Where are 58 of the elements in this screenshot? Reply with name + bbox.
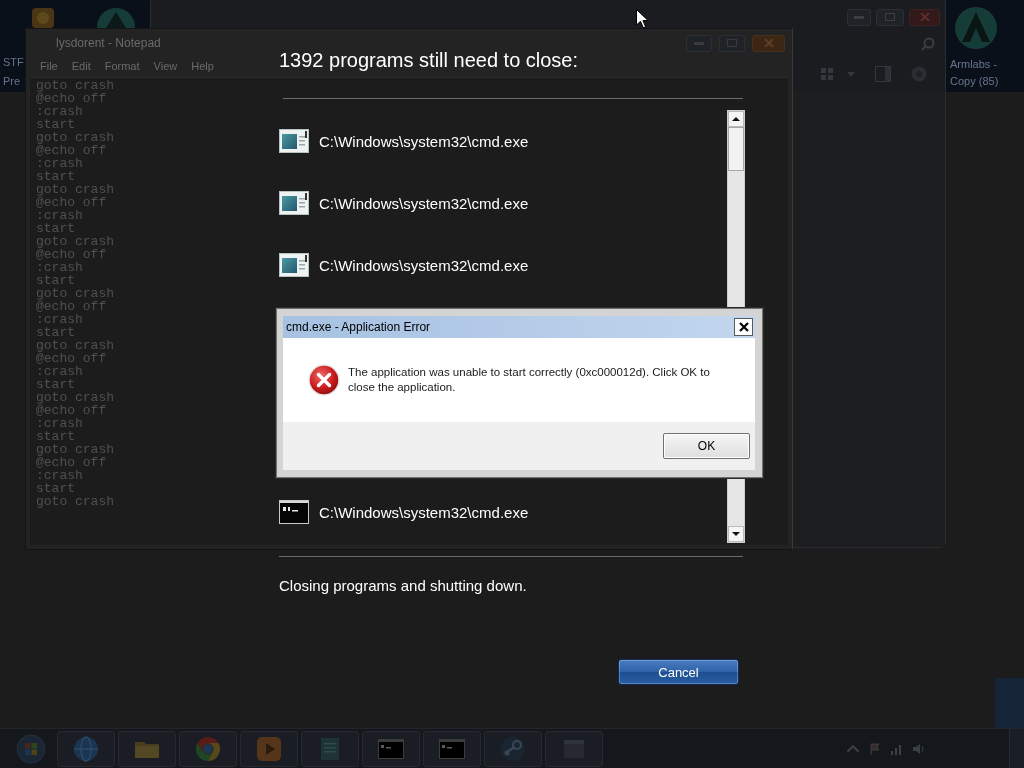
globe-icon bbox=[71, 733, 101, 764]
menu-item[interactable]: File bbox=[40, 60, 58, 72]
cancel-button[interactable]: Cancel bbox=[618, 659, 739, 685]
taskbar-button[interactable] bbox=[484, 730, 542, 767]
error-icon bbox=[308, 364, 340, 396]
window-title: lysdorent - Notepad bbox=[56, 36, 161, 50]
taskbar-button[interactable] bbox=[57, 730, 115, 767]
flag-icon[interactable] bbox=[868, 741, 882, 756]
desktop-icon-label: Armlabs - Copy (85) bbox=[950, 57, 1000, 89]
taskbar-button[interactable] bbox=[179, 730, 237, 767]
taskbar-button[interactable] bbox=[423, 730, 481, 767]
desktop-icon-label: STF Pre bbox=[3, 55, 25, 89]
mouse-cursor-icon bbox=[636, 9, 649, 29]
error-message: The application was unable to start correctly (0xc000012d). Click OK to close the application. bbox=[348, 365, 711, 395]
program-window-icon bbox=[279, 129, 309, 153]
menu-item[interactable]: View bbox=[153, 60, 178, 72]
minimize-button[interactable] bbox=[847, 8, 871, 26]
scroll-down-button[interactable] bbox=[728, 526, 744, 542]
start-orb-icon bbox=[16, 733, 46, 764]
program-window-icon bbox=[279, 191, 309, 215]
program-path: C:\Windows\system32\cmd.exe bbox=[319, 256, 529, 274]
taskbar-button[interactable] bbox=[362, 730, 420, 767]
taskbar-button[interactable] bbox=[545, 730, 603, 767]
console-window-icon bbox=[279, 500, 309, 524]
maximize-button[interactable] bbox=[876, 8, 904, 26]
menu-item[interactable]: Format bbox=[104, 60, 140, 72]
program-window-icon bbox=[279, 253, 309, 277]
taskbar-button[interactable] bbox=[118, 730, 176, 767]
logo-icon[interactable] bbox=[953, 6, 999, 50]
program-path: C:\Windows\system32\cmd.exe bbox=[319, 503, 529, 521]
close-icon bbox=[738, 322, 749, 332]
dialog-title: cmd.exe - Application Error bbox=[286, 320, 431, 334]
show-desktop-button[interactable] bbox=[1009, 729, 1024, 768]
maximize-icon bbox=[885, 13, 895, 21]
program-path: C:\Windows\system32\cmd.exe bbox=[319, 194, 529, 212]
notification-tile[interactable] bbox=[995, 678, 1024, 728]
view-options-icon[interactable] bbox=[821, 67, 855, 81]
pane-icon[interactable] bbox=[875, 66, 891, 82]
up-triangle-icon bbox=[732, 117, 740, 121]
taskbar-button[interactable] bbox=[240, 730, 298, 767]
menu-item[interactable]: Edit bbox=[71, 60, 91, 72]
shutdown-heading: 1392 programs still need to close: bbox=[279, 48, 579, 73]
maximize-button[interactable] bbox=[719, 34, 745, 52]
taskbar-button[interactable] bbox=[301, 730, 359, 767]
program-path: C:\Windows\system32\cmd.exe bbox=[319, 132, 529, 150]
menu-item[interactable]: Help bbox=[191, 60, 214, 72]
close-icon bbox=[919, 13, 930, 21]
ok-button[interactable]: OK bbox=[663, 433, 750, 459]
maximize-icon bbox=[727, 39, 737, 47]
search-icon[interactable] bbox=[921, 37, 935, 51]
minimize-button[interactable] bbox=[686, 34, 712, 52]
scroll-thumb[interactable] bbox=[728, 127, 744, 171]
close-icon bbox=[763, 39, 774, 47]
status-text: Closing programs and shutting down. bbox=[279, 576, 527, 596]
speaker-icon[interactable] bbox=[912, 741, 926, 756]
scroll-up-button[interactable] bbox=[728, 111, 744, 127]
close-button[interactable] bbox=[734, 318, 753, 336]
down-triangle-icon bbox=[732, 532, 740, 536]
